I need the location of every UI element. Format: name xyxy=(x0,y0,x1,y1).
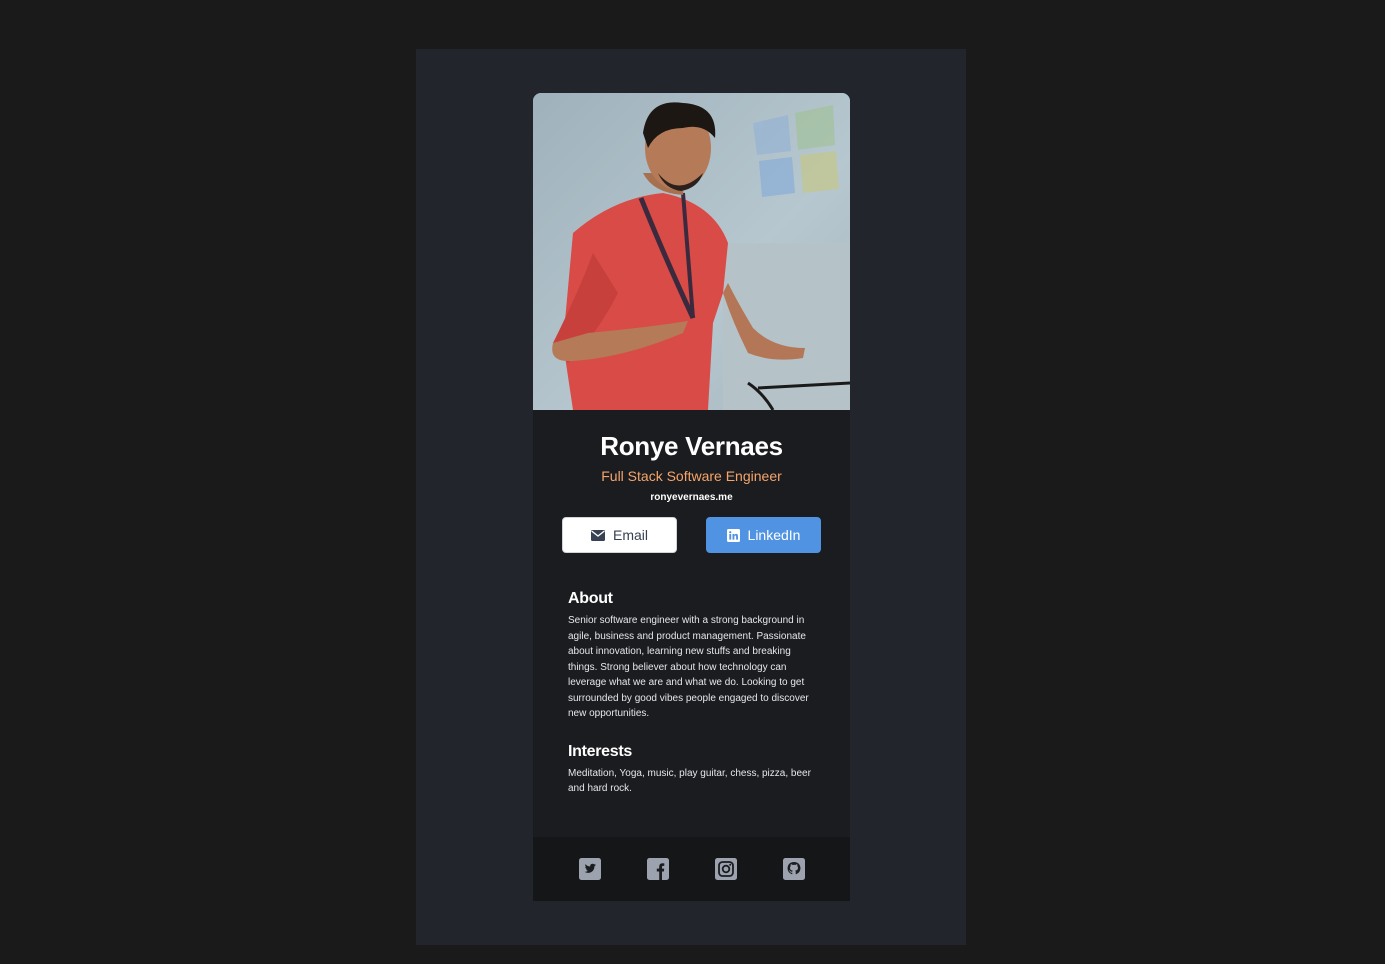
page-frame: Ronye Vernaes Full Stack Software Engine… xyxy=(416,49,966,945)
profile-card: Ronye Vernaes Full Stack Software Engine… xyxy=(533,93,850,901)
profile-photo xyxy=(533,93,850,410)
profile-title: Full Stack Software Engineer xyxy=(601,468,782,484)
github-icon[interactable] xyxy=(782,858,805,880)
instagram-icon[interactable] xyxy=(714,858,737,880)
facebook-icon[interactable] xyxy=(646,858,669,880)
contact-buttons: Email LinkedIn xyxy=(533,517,850,553)
email-button-label: Email xyxy=(612,527,648,543)
email-button[interactable]: Email xyxy=(562,517,677,553)
interests-heading: Interests xyxy=(568,742,632,760)
social-footer xyxy=(533,837,850,901)
linkedin-button[interactable]: LinkedIn xyxy=(706,517,821,553)
twitter-icon[interactable] xyxy=(578,858,601,880)
profile-website[interactable]: ronyevernaes.me xyxy=(533,491,850,505)
profile-name: Ronye Vernaes xyxy=(600,431,783,461)
envelope-icon xyxy=(590,529,605,541)
interests-text: Meditation, Yoga, music, play guitar, ch… xyxy=(568,767,811,795)
about-heading: About xyxy=(568,590,613,607)
linkedin-button-label: LinkedIn xyxy=(747,527,801,543)
linkedin-icon xyxy=(726,528,740,542)
about-text: Senior software engineer with a strong b… xyxy=(568,615,809,719)
